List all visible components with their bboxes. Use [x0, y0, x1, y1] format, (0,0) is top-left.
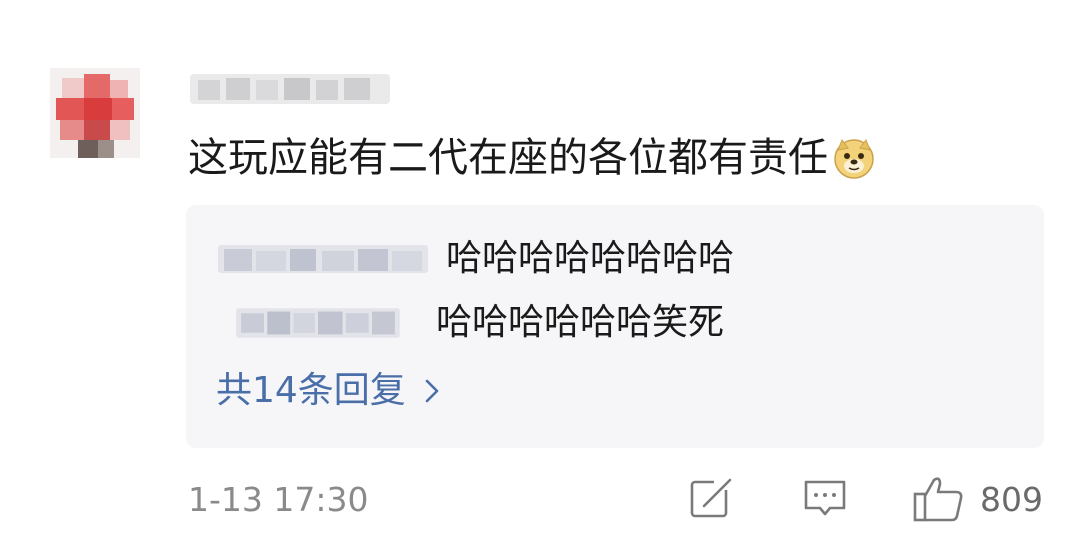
reply-text: 哈哈哈哈哈哈哈哈 — [446, 238, 735, 279]
chevron-right-icon — [425, 379, 439, 403]
reply-author[interactable] — [218, 241, 428, 277]
reply-item[interactable]: 哈哈哈哈哈哈笑死 — [218, 303, 724, 343]
doge-emoji-icon — [832, 136, 876, 180]
comment-body: 这玩应能有二代在座的各位都有责任 — [188, 135, 828, 181]
reply-item[interactable]: 哈哈哈哈哈哈哈哈 — [218, 239, 734, 279]
comment-timestamp: 1-13 17:30 — [188, 480, 369, 519]
comment-footer: 1-13 17:30 809 — [0, 474, 1080, 530]
comment-reply-icon[interactable] — [802, 476, 848, 522]
username[interactable] — [190, 66, 390, 110]
avatar[interactable] — [50, 68, 140, 158]
share-icon[interactable] — [688, 476, 734, 522]
like-count: 809 — [980, 480, 1043, 519]
view-all-replies-label: 共14条回复 — [216, 370, 406, 411]
view-all-replies-link[interactable]: 共14条回复 — [216, 371, 442, 411]
comment-text: 这玩应能有二代在座的各位都有责任 — [188, 134, 876, 182]
like-thumb-icon[interactable] — [912, 474, 966, 524]
replies-panel[interactable]: 哈哈哈哈哈哈哈哈 哈哈哈哈哈哈笑死 共14条回复 — [186, 205, 1044, 448]
reply-author[interactable] — [218, 305, 418, 341]
reply-text: 哈哈哈哈哈哈笑死 — [436, 302, 725, 343]
